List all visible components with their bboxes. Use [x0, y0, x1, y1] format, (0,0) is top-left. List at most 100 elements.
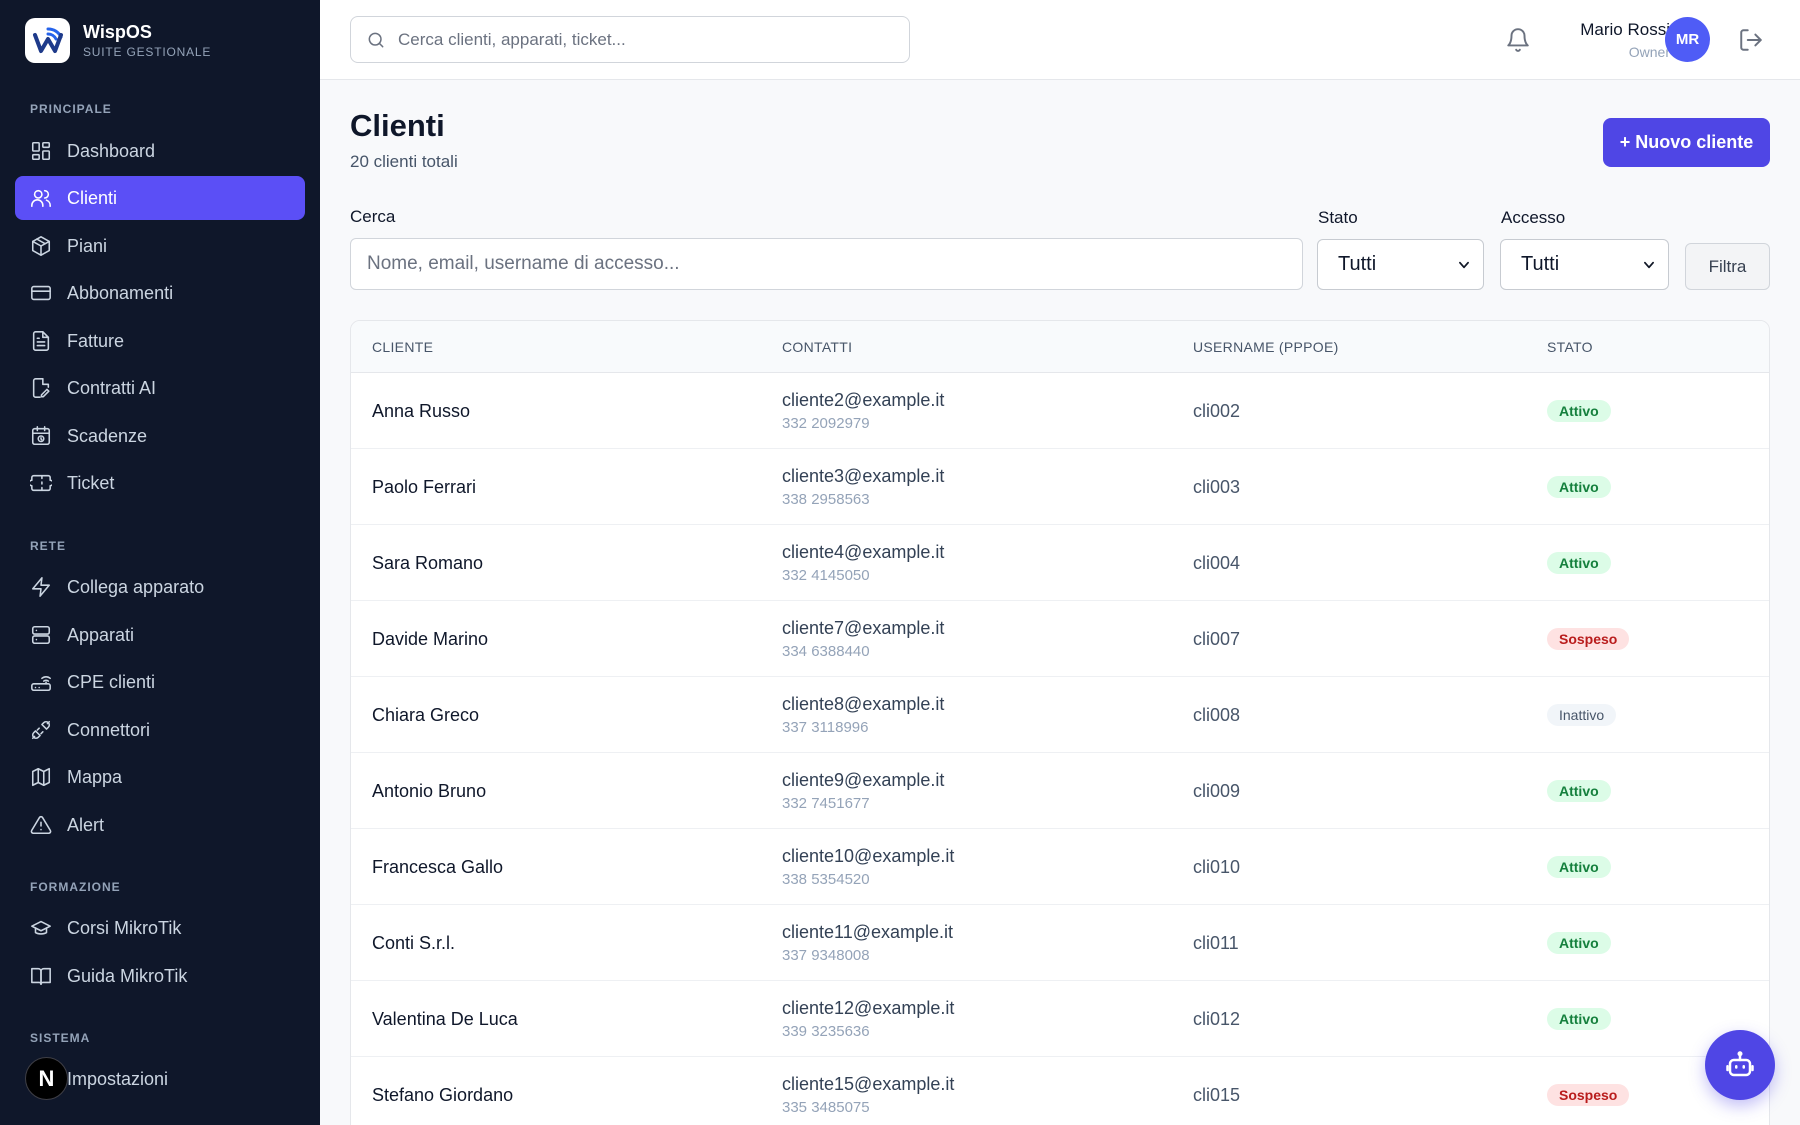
- wispos-logo-icon: [25, 17, 70, 63]
- logout-icon[interactable]: [1738, 27, 1764, 53]
- table-row[interactable]: Valentina De Luca cliente12@example.it 339…: [351, 981, 1769, 1057]
- table-row[interactable]: Davide Marino cliente7@example.it 334 6388…: [351, 601, 1769, 677]
- sidebar-item-cpe-clienti[interactable]: CPE clienti: [15, 660, 305, 704]
- sidebar-item-label: Connettori: [67, 719, 151, 740]
- table-row[interactable]: Chiara Greco cliente8@example.it 337 31189…: [351, 677, 1769, 753]
- client-username: cli003: [1193, 477, 1241, 497]
- client-phone: 332 2092979: [782, 415, 870, 432]
- sidebar-item-piani[interactable]: Piani: [15, 224, 305, 268]
- global-search[interactable]: [350, 16, 910, 63]
- client-name[interactable]: Anna Russo: [372, 401, 470, 422]
- stato-select-value: Tutti: [1338, 253, 1377, 275]
- search-icon: [368, 32, 384, 47]
- client-name[interactable]: Paolo Ferrari: [372, 477, 476, 498]
- client-email: cliente3@example.it: [782, 466, 945, 486]
- section-label-rete: RETE: [30, 539, 67, 553]
- chevron-down-icon: [1459, 261, 1469, 269]
- client-email: cliente9@example.it: [782, 770, 945, 790]
- sidebar-item-collega-apparato[interactable]: Collega apparato: [15, 565, 305, 609]
- column-header-username[interactable]: USERNAME (PPPOE): [1193, 339, 1339, 355]
- table-row[interactable]: Paolo Ferrari cliente3@example.it 338 2958…: [351, 449, 1769, 525]
- client-email: cliente2@example.it: [782, 390, 945, 410]
- client-email: cliente10@example.it: [782, 846, 955, 866]
- client-username: cli007: [1193, 629, 1241, 649]
- sidebar-item-dashboard[interactable]: Dashboard: [15, 129, 305, 173]
- sidebar-item-abbonamenti[interactable]: Abbonamenti: [15, 271, 305, 315]
- brand[interactable]: WispOS SUITE GESTIONALE: [0, 0, 320, 80]
- client-search-input[interactable]: [350, 238, 1303, 290]
- status-badge: Sospeso: [1547, 1084, 1630, 1106]
- table-row[interactable]: Stefano Giordano cliente15@example.it 335 …: [351, 1057, 1769, 1125]
- sidebar-item-mappa[interactable]: Mappa: [15, 755, 305, 799]
- bell-icon[interactable]: [1505, 27, 1531, 53]
- accesso-select[interactable]: Tutti: [1500, 239, 1669, 290]
- sidebar-item-alert[interactable]: Alert: [15, 803, 305, 847]
- status-badge: Inattivo: [1547, 704, 1617, 726]
- bolt-icon: [30, 576, 52, 598]
- client-phone: 335 3485075: [782, 1099, 870, 1116]
- client-phone: 332 4145050: [782, 567, 870, 584]
- client-username: cli008: [1193, 705, 1241, 725]
- client-name[interactable]: Antonio Bruno: [372, 781, 486, 802]
- new-client-button[interactable]: + Nuovo cliente: [1603, 118, 1770, 167]
- sidebar-item-label: Dashboard: [67, 140, 156, 161]
- client-email: cliente11@example.it: [782, 922, 954, 942]
- client-name[interactable]: Stefano Giordano: [372, 1085, 513, 1106]
- client-name[interactable]: Valentina De Luca: [372, 1009, 518, 1030]
- contract-icon: [30, 377, 52, 399]
- assistant-button[interactable]: [1705, 1030, 1775, 1100]
- client-name[interactable]: Sara Romano: [372, 553, 483, 574]
- sidebar-item-label: Clienti: [67, 187, 118, 208]
- sidebar-item-label: Corsi MikroTik: [67, 917, 182, 938]
- client-phone: 337 9348008: [782, 947, 870, 964]
- column-header-contatti[interactable]: CONTATTI: [782, 339, 852, 355]
- table-row[interactable]: Anna Russo cliente2@example.it 332 2092979…: [351, 373, 1769, 449]
- table-row[interactable]: Francesca Gallo cliente10@example.it 338 5…: [351, 829, 1769, 905]
- sidebar-item-apparati[interactable]: Apparati: [15, 613, 305, 657]
- client-name[interactable]: Chiara Greco: [372, 705, 479, 726]
- section-label-formazione: FORMAZIONE: [30, 880, 121, 894]
- accesso-select-value: Tutti: [1521, 253, 1560, 275]
- server-icon: [30, 624, 52, 646]
- book-icon: [30, 965, 52, 987]
- graduation-cap-icon: [30, 917, 52, 939]
- search-label: Cerca: [350, 207, 396, 226]
- status-badge: Attivo: [1547, 932, 1611, 954]
- client-email: cliente8@example.it: [782, 694, 945, 714]
- nextjs-dev-badge[interactable]: N: [25, 1057, 68, 1100]
- table-row[interactable]: Antonio Bruno cliente9@example.it 332 7451…: [351, 753, 1769, 829]
- dashboard-icon: [30, 140, 52, 162]
- table-row[interactable]: Sara Romano cliente4@example.it 332 414505…: [351, 525, 1769, 601]
- status-badge: Sospeso: [1547, 628, 1630, 650]
- sidebar-item-corsi-mikrotik[interactable]: Corsi MikroTik: [15, 906, 305, 950]
- sidebar-item-label: Alert: [67, 814, 105, 835]
- client-name[interactable]: Conti S.r.l.: [372, 933, 455, 954]
- avatar[interactable]: MR: [1665, 17, 1710, 62]
- column-header-cliente[interactable]: CLIENTE: [372, 339, 433, 355]
- client-name[interactable]: Davide Marino: [372, 629, 488, 650]
- calendar-clock-icon: [30, 425, 52, 447]
- sidebar-item-connettori[interactable]: Connettori: [15, 708, 305, 752]
- sidebar-item-ticket[interactable]: Ticket: [15, 461, 305, 505]
- user-role: Owner: [1628, 44, 1670, 60]
- filter-button[interactable]: Filtra: [1685, 243, 1770, 290]
- sidebar-item-fatture[interactable]: Fatture: [15, 319, 305, 363]
- stato-select[interactable]: Tutti: [1317, 239, 1484, 290]
- client-name[interactable]: Francesca Gallo: [372, 857, 503, 878]
- sidebar-item-clienti[interactable]: Clienti: [15, 176, 305, 220]
- client-username: cli010: [1193, 857, 1241, 877]
- sidebar-item-scadenze[interactable]: Scadenze: [15, 414, 305, 458]
- sidebar-item-contratti-ai[interactable]: Contratti AI: [15, 366, 305, 410]
- sidebar-item-label: Contratti AI: [67, 377, 157, 398]
- global-search-input[interactable]: [398, 29, 878, 50]
- client-phone: 337 3118996: [782, 719, 869, 736]
- alert-triangle-icon: [30, 814, 52, 836]
- table-header: CLIENTE CONTATTI USERNAME (PPPOE) STATO: [351, 321, 1769, 373]
- column-header-stato[interactable]: STATO: [1547, 339, 1593, 355]
- table-row[interactable]: Conti S.r.l. cliente11@example.it 337 9348…: [351, 905, 1769, 981]
- robot-icon: [1726, 1051, 1754, 1077]
- sidebar-item-label: Mappa: [67, 766, 123, 787]
- status-badge: Attivo: [1547, 552, 1611, 574]
- client-email: cliente7@example.it: [782, 618, 945, 638]
- sidebar-item-guida-mikrotik[interactable]: Guida MikroTik: [15, 954, 305, 998]
